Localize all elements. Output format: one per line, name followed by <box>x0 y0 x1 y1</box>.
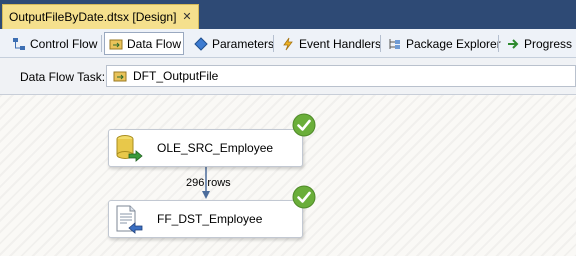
data-flow-canvas[interactable]: 296 rows OLE_SRC_Employee FF_DST_Employe… <box>0 95 576 256</box>
ole-db-source-component[interactable]: OLE_SRC_Employee <box>108 129 303 167</box>
document-tab-title: OutputFileByDate.dtsx [Design] <box>9 9 177 24</box>
close-icon[interactable]: ✕ <box>182 5 191 30</box>
tab-event-handlers[interactable]: Event Handlers <box>277 32 385 55</box>
component-name: OLE_SRC_Employee <box>157 141 274 155</box>
tab-parameters[interactable]: Parameters <box>190 32 278 55</box>
row-count-label: 296 rows <box>186 177 231 189</box>
tab-separator <box>498 35 499 52</box>
tab-separator <box>273 35 274 52</box>
document-tab[interactable]: OutputFileByDate.dtsx [Design] ✕ <box>2 4 199 29</box>
tab-progress[interactable]: Progress <box>502 32 576 55</box>
tab-data-flow[interactable]: Data Flow <box>104 32 184 55</box>
control-flow-icon <box>12 37 26 51</box>
data-flow-task-select[interactable]: DFT_OutputFile <box>106 65 576 87</box>
progress-icon <box>506 37 520 51</box>
component-name: FF_DST_Employee <box>157 212 263 226</box>
data-flow-task-icon <box>113 69 127 83</box>
parameters-icon <box>194 36 208 51</box>
success-check-icon <box>292 113 316 137</box>
tab-label: Parameters <box>212 36 275 51</box>
flat-file-destination-component[interactable]: FF_DST_Employee <box>108 200 303 238</box>
tab-label: Control Flow <box>30 36 98 51</box>
tab-label: Package Explorer <box>406 36 501 51</box>
event-handlers-icon <box>281 37 295 51</box>
data-flow-task-bar: Data Flow Task: DFT_OutputFile <box>0 58 576 95</box>
tab-package-explorer[interactable]: Package Explorer <box>384 32 505 55</box>
tab-separator <box>101 35 102 52</box>
package-explorer-icon <box>388 37 402 51</box>
flat-file-destination-icon <box>113 204 143 234</box>
tab-label: Event Handlers <box>299 36 382 51</box>
designer-tab-strip: Control Flow Data Flow Parameters Event … <box>0 29 576 58</box>
selected-task: DFT_OutputFile <box>133 69 219 83</box>
tab-label: Data Flow <box>127 36 182 51</box>
tab-label: Progress <box>524 36 573 51</box>
document-tab-strip: OutputFileByDate.dtsx [Design] ✕ <box>0 0 576 29</box>
success-check-icon <box>292 185 316 209</box>
tab-control-flow[interactable]: Control Flow <box>8 32 101 55</box>
tab-separator <box>380 35 381 52</box>
data-flow-task-label: Data Flow Task: <box>20 70 106 84</box>
ole-db-source-icon <box>113 133 143 163</box>
data-flow-icon <box>109 37 123 51</box>
